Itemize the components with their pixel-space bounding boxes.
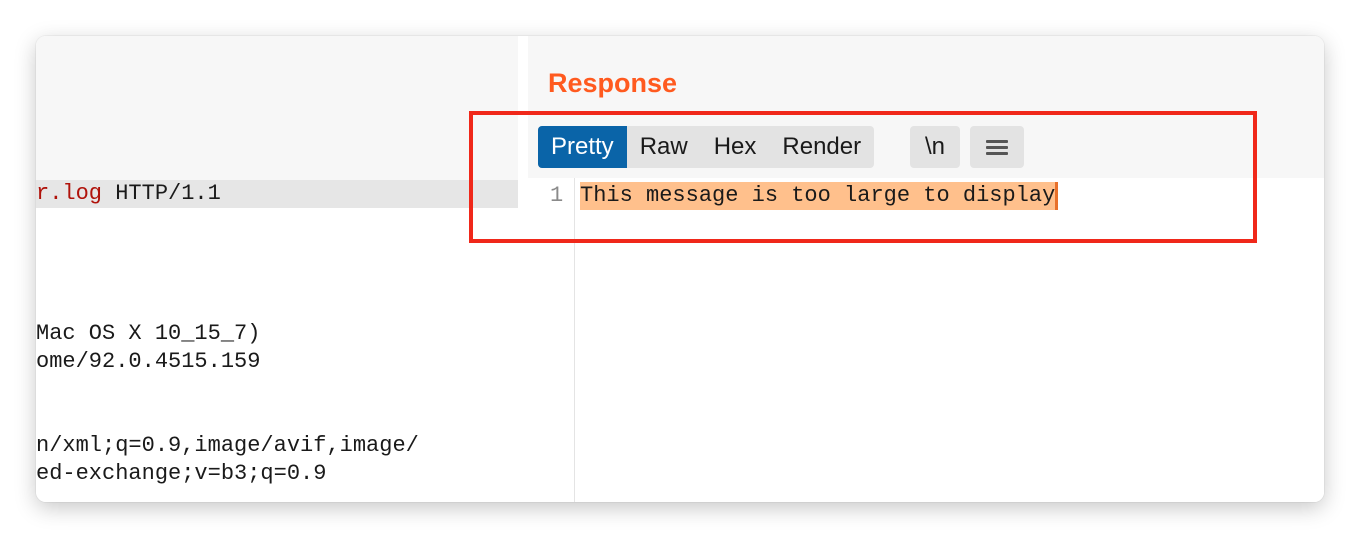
accept-line-2[interactable]: ed-exchange;v=b3;q=0.9	[36, 460, 326, 488]
tab-hex[interactable]: Hex	[701, 126, 770, 168]
response-panel: Response Pretty Raw Hex Render \n 1 This…	[528, 36, 1324, 502]
gutter-divider	[574, 178, 575, 502]
user-agent-line-1[interactable]: Mac OS X 10_15_7)	[36, 320, 260, 348]
tab-render[interactable]: Render	[769, 126, 874, 168]
hamburger-menu-icon	[986, 140, 1008, 156]
response-body[interactable]: 1 This message is too large to display	[528, 178, 1324, 502]
tab-raw[interactable]: Raw	[627, 126, 701, 168]
request-path: r.log	[36, 181, 103, 206]
line-number: 1	[550, 183, 564, 208]
options-menu-button[interactable]	[970, 126, 1024, 168]
accept-line-1[interactable]: n/xml;q=0.9,image/avif,image/	[36, 432, 419, 460]
request-panel: r.log HTTP/1.1 Mac OS X 10_15_7) ome/92.…	[36, 36, 518, 502]
request-header-area	[36, 36, 518, 180]
show-newlines-button[interactable]: \n	[910, 126, 960, 168]
request-protocol: HTTP/1.1	[102, 181, 221, 206]
user-agent-line-2[interactable]: ome/92.0.4515.159	[36, 348, 260, 376]
response-title: Response	[548, 68, 678, 98]
http-message-window: r.log HTTP/1.1 Mac OS X 10_15_7) ome/92.…	[36, 36, 1324, 502]
tab-pretty[interactable]: Pretty	[538, 126, 627, 168]
request-line[interactable]: r.log HTTP/1.1	[36, 180, 518, 208]
panel-divider[interactable]	[518, 36, 528, 502]
view-tabs: Pretty Raw Hex Render	[538, 126, 875, 168]
response-message[interactable]: This message is too large to display	[580, 182, 1059, 210]
response-header: Response Pretty Raw Hex Render \n	[528, 36, 1324, 178]
